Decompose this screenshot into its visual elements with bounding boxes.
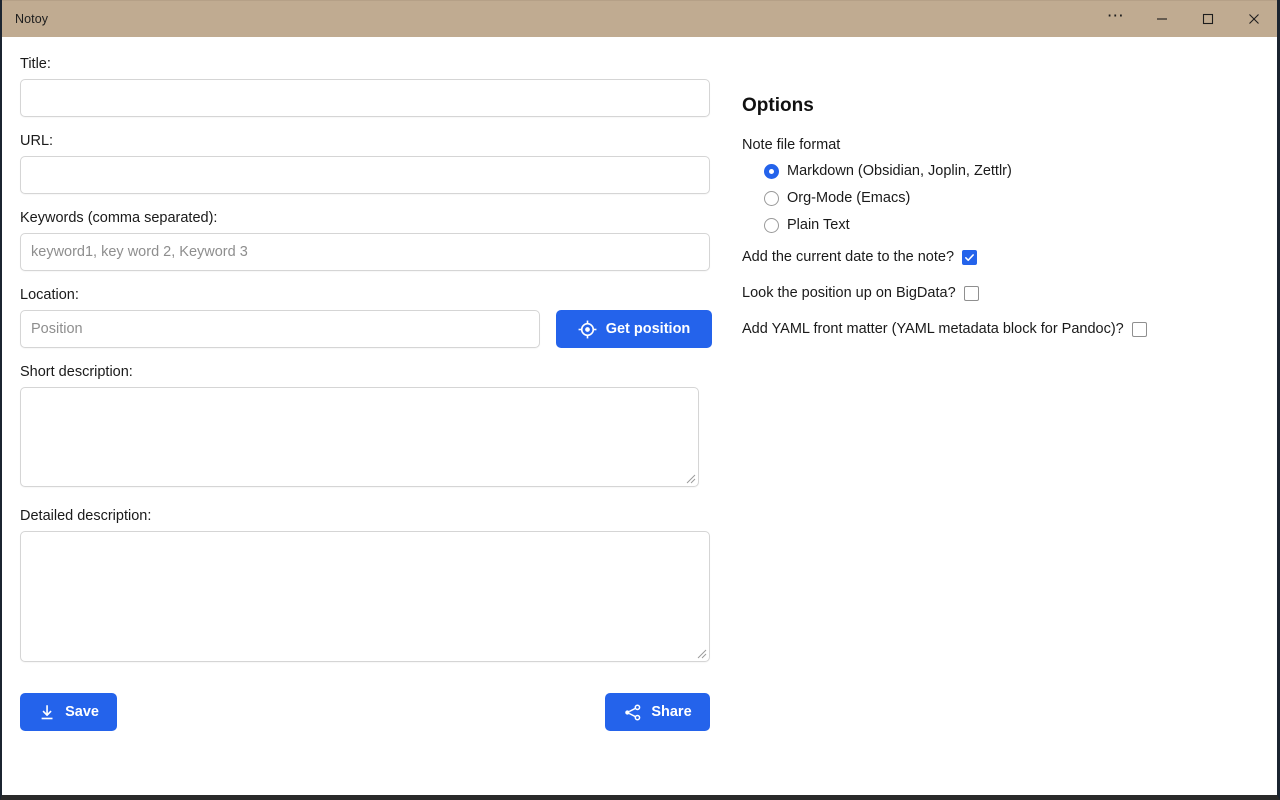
checkbox-option-add-date[interactable]: Add the current date to the note? bbox=[742, 249, 1277, 265]
short-description-wrap bbox=[20, 387, 699, 487]
save-button[interactable]: Save bbox=[20, 693, 117, 731]
title-bar: Notoy ⋯ bbox=[2, 0, 1277, 37]
location-input[interactable] bbox=[20, 310, 540, 348]
location-row: Get position bbox=[20, 310, 732, 348]
checkbox-indicator-icon[interactable] bbox=[962, 249, 978, 265]
note-format-legend: Note file format bbox=[742, 137, 841, 153]
close-button[interactable] bbox=[1231, 1, 1277, 37]
title-label: Title: bbox=[20, 56, 51, 72]
window-controls: ⋯ bbox=[1093, 1, 1277, 37]
maximize-button[interactable] bbox=[1185, 1, 1231, 37]
location-field-group: Location: Get position bbox=[20, 285, 732, 348]
radio-label: Org-Mode (Emacs) bbox=[787, 190, 911, 206]
share-nodes-icon bbox=[625, 703, 641, 721]
short-description-field-group: Short description: bbox=[20, 362, 732, 492]
checkbox-indicator-icon[interactable] bbox=[963, 285, 979, 301]
options-heading: Options bbox=[742, 95, 814, 116]
radio-option-markdown[interactable]: Markdown (Obsidian, Joplin, Zettlr) bbox=[764, 163, 1277, 179]
url-field-group: URL: bbox=[20, 131, 732, 194]
window-title: Notoy bbox=[15, 12, 49, 26]
checkbox-option-bigdata-lookup[interactable]: Look the position up on BigData? bbox=[742, 285, 1277, 301]
save-label: Save bbox=[65, 704, 99, 720]
radio-indicator-icon bbox=[764, 163, 779, 179]
share-label: Share bbox=[651, 704, 692, 720]
checkbox-option-yaml-front-matter[interactable]: Add YAML front matter (YAML metadata blo… bbox=[742, 321, 1277, 337]
keywords-field-group: Keywords (comma separated): bbox=[20, 208, 732, 271]
title-input[interactable] bbox=[20, 79, 710, 117]
radio-label: Markdown (Obsidian, Joplin, Zettlr) bbox=[787, 163, 1012, 179]
close-icon bbox=[1249, 14, 1259, 24]
window-body: Title: URL: Keywords (comma separated): … bbox=[2, 37, 1277, 795]
checkbox-label: Look the position up on BigData? bbox=[742, 285, 956, 301]
detailed-description-field-group: Detailed description: bbox=[20, 506, 732, 667]
get-position-label: Get position bbox=[605, 321, 691, 337]
radio-indicator-icon bbox=[764, 217, 779, 233]
location-label: Location: bbox=[20, 287, 79, 303]
radio-label: Plain Text bbox=[787, 217, 850, 233]
short-description-input[interactable] bbox=[20, 387, 699, 487]
keywords-input[interactable] bbox=[20, 233, 710, 271]
checkbox-label: Add YAML front matter (YAML metadata blo… bbox=[742, 321, 1124, 337]
note-form: Title: URL: Keywords (comma separated): … bbox=[2, 37, 732, 731]
radio-option-org-mode[interactable]: Org-Mode (Emacs) bbox=[764, 190, 1277, 206]
action-row: Save Share bbox=[20, 693, 710, 731]
checkbox-indicator-icon[interactable] bbox=[1131, 321, 1147, 337]
options-pane: Options Note file format Markdown (Obsid… bbox=[732, 37, 1277, 357]
app-window: Notoy ⋯ Title: URL: Keywords (comma sepa… bbox=[0, 0, 1280, 800]
minimize-button[interactable] bbox=[1139, 1, 1185, 37]
get-position-button[interactable]: Get position bbox=[556, 310, 712, 348]
title-field-group: Title: bbox=[20, 54, 732, 117]
share-button[interactable]: Share bbox=[605, 693, 710, 731]
ellipsis-icon: ⋯ bbox=[1106, 5, 1126, 25]
detailed-description-label: Detailed description: bbox=[20, 508, 152, 524]
radio-option-plain-text[interactable]: Plain Text bbox=[764, 217, 1277, 233]
maximize-icon bbox=[1202, 13, 1214, 25]
minimize-icon bbox=[1157, 18, 1167, 20]
checkbox-label: Add the current date to the note? bbox=[742, 249, 955, 265]
checkmark-icon bbox=[965, 253, 974, 261]
crosshair-target-icon bbox=[578, 320, 597, 338]
keywords-label: Keywords (comma separated): bbox=[20, 210, 218, 226]
detailed-description-input[interactable] bbox=[20, 531, 710, 662]
more-options-button[interactable]: ⋯ bbox=[1093, 1, 1139, 37]
url-input[interactable] bbox=[20, 156, 710, 194]
short-description-label: Short description: bbox=[20, 364, 133, 380]
download-icon bbox=[41, 704, 53, 719]
url-label: URL: bbox=[20, 133, 54, 149]
detailed-description-wrap bbox=[20, 531, 710, 662]
radio-indicator-icon bbox=[764, 190, 779, 206]
